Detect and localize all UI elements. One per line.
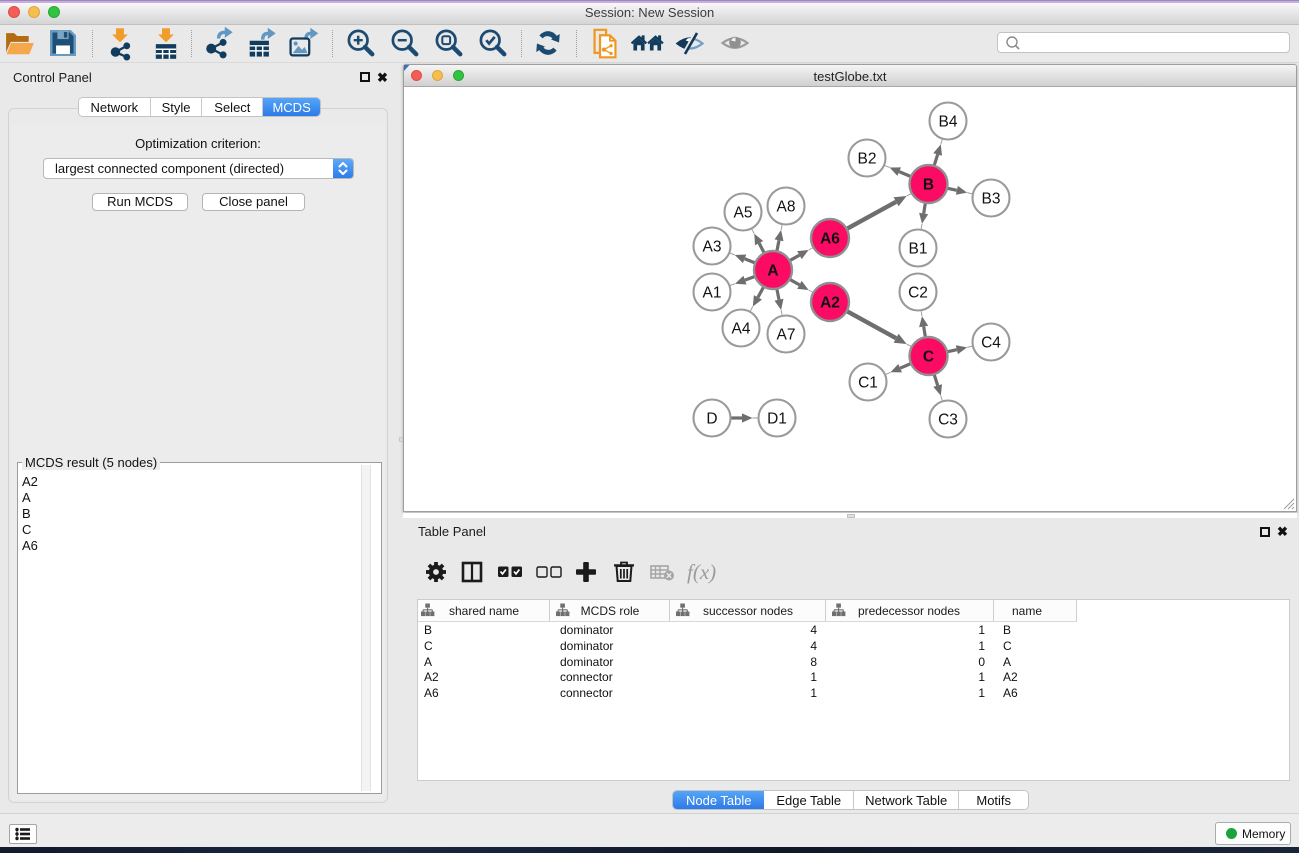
- svg-text:A: A: [424, 655, 432, 669]
- svg-text:A6: A6: [1003, 686, 1018, 700]
- svg-text:B1: B1: [909, 241, 928, 258]
- svg-text:B: B: [424, 623, 432, 637]
- svg-text:A5: A5: [734, 205, 753, 222]
- svg-text:B3: B3: [982, 191, 1001, 208]
- svg-text:A4: A4: [732, 321, 751, 338]
- svg-text:shared name: shared name: [449, 604, 519, 618]
- svg-text:name: name: [1012, 604, 1042, 618]
- svg-text:A2: A2: [820, 295, 840, 312]
- svg-text:B: B: [923, 177, 934, 194]
- svg-text:1: 1: [810, 686, 817, 700]
- svg-text:A6: A6: [820, 231, 840, 248]
- svg-text:connector: connector: [560, 686, 613, 700]
- svg-text:dominator: dominator: [560, 623, 613, 637]
- svg-text:A7: A7: [777, 327, 796, 344]
- svg-text:connector: connector: [560, 670, 613, 684]
- svg-text:D1: D1: [767, 411, 787, 428]
- svg-text:4: 4: [810, 639, 817, 653]
- svg-text:B: B: [1003, 623, 1011, 637]
- svg-text:8: 8: [810, 655, 817, 669]
- svg-text:C: C: [424, 639, 433, 653]
- svg-text:C: C: [1003, 639, 1012, 653]
- svg-text:C4: C4: [981, 335, 1001, 352]
- svg-text:A2: A2: [1003, 670, 1018, 684]
- svg-text:A3: A3: [703, 239, 722, 256]
- svg-text:C2: C2: [908, 285, 928, 302]
- svg-text:D: D: [706, 411, 717, 428]
- svg-text:A: A: [1003, 655, 1011, 669]
- svg-text:A6: A6: [424, 686, 439, 700]
- svg-text:A1: A1: [703, 285, 722, 302]
- svg-text:C3: C3: [938, 412, 958, 429]
- svg-text:1: 1: [978, 686, 985, 700]
- svg-text:successor nodes: successor nodes: [703, 604, 793, 618]
- svg-text:dominator: dominator: [560, 639, 613, 653]
- svg-text:0: 0: [978, 655, 985, 669]
- svg-text:A2: A2: [424, 670, 439, 684]
- svg-text:C: C: [923, 349, 934, 366]
- svg-text:1: 1: [978, 623, 985, 637]
- svg-text:1: 1: [810, 670, 817, 684]
- svg-text:B4: B4: [939, 114, 958, 131]
- svg-text:1: 1: [978, 670, 985, 684]
- svg-text:MCDS role: MCDS role: [581, 604, 640, 618]
- svg-text:predecessor nodes: predecessor nodes: [858, 604, 960, 618]
- svg-text:C1: C1: [858, 375, 878, 392]
- svg-text:1: 1: [978, 639, 985, 653]
- svg-text:A: A: [767, 263, 778, 280]
- svg-text:A8: A8: [777, 199, 796, 216]
- svg-text:dominator: dominator: [560, 655, 613, 669]
- svg-text:f(x): f(x): [687, 560, 716, 584]
- svg-text:4: 4: [810, 623, 817, 637]
- svg-text:B2: B2: [858, 151, 877, 168]
